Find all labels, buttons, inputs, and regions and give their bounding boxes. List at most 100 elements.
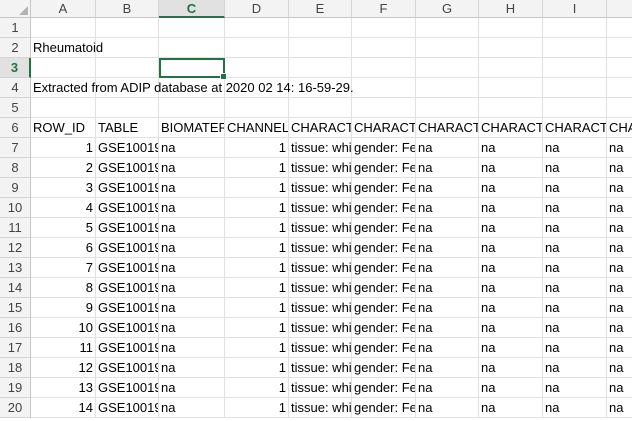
grid-cell[interactable] bbox=[96, 58, 159, 78]
grid-cell[interactable] bbox=[607, 18, 632, 38]
row-id-cell[interactable]: 3 bbox=[31, 178, 96, 198]
header-cell[interactable]: CHARACTERISTICS bbox=[543, 118, 607, 138]
row-id-cell[interactable]: 6 bbox=[31, 238, 96, 258]
grid-cell[interactable] bbox=[607, 78, 632, 98]
characteristics-cell[interactable]: tissue: white blood cells bbox=[289, 238, 352, 258]
characteristics-cell[interactable]: gender: Female bbox=[352, 278, 416, 298]
grid-cell[interactable] bbox=[352, 58, 416, 78]
characteristics-cell[interactable]: gender: Female bbox=[352, 198, 416, 218]
characteristics-cell[interactable]: na bbox=[479, 378, 543, 398]
row-id-cell[interactable]: 14 bbox=[31, 398, 96, 418]
characteristics-cell[interactable]: na bbox=[416, 198, 479, 218]
characteristics-cell[interactable]: gender: Female bbox=[352, 358, 416, 378]
row-header-1[interactable]: 1 bbox=[0, 18, 31, 38]
header-cell[interactable]: CHANNEL_ bbox=[225, 118, 289, 138]
characteristics-cell[interactable]: na bbox=[416, 138, 479, 158]
characteristics-cell[interactable]: na bbox=[543, 278, 607, 298]
table-cell[interactable]: GSE100193 bbox=[96, 178, 159, 198]
biomaterial-cell[interactable]: na bbox=[159, 338, 225, 358]
characteristics-cell[interactable]: tissue: white blood cells bbox=[289, 218, 352, 238]
characteristics-cell[interactable]: gender: Female bbox=[352, 138, 416, 158]
characteristics-cell[interactable]: na bbox=[416, 278, 479, 298]
row-id-cell[interactable]: 10 bbox=[31, 318, 96, 338]
characteristics-cell[interactable]: tissue: white blood cells bbox=[289, 178, 352, 198]
characteristics-cell[interactable]: na bbox=[607, 278, 632, 298]
column-header-f[interactable]: F bbox=[352, 0, 416, 18]
column-header-h[interactable]: H bbox=[479, 0, 543, 18]
characteristics-cell[interactable]: tissue: white blood cells bbox=[289, 358, 352, 378]
row-header-16[interactable]: 16 bbox=[0, 318, 31, 338]
grid-cell[interactable] bbox=[607, 98, 632, 118]
row-header-14[interactable]: 14 bbox=[0, 278, 31, 298]
characteristics-cell[interactable]: na bbox=[607, 138, 632, 158]
characteristics-cell[interactable]: na bbox=[479, 338, 543, 358]
characteristics-cell[interactable]: gender: Female bbox=[352, 158, 416, 178]
grid-cell[interactable] bbox=[31, 58, 96, 78]
header-cell[interactable]: CHA bbox=[607, 118, 632, 138]
biomaterial-cell[interactable]: na bbox=[159, 298, 225, 318]
grid-cell[interactable] bbox=[416, 58, 479, 78]
table-cell[interactable]: GSE100193 bbox=[96, 138, 159, 158]
characteristics-cell[interactable]: tissue: white blood cells bbox=[289, 198, 352, 218]
header-cell[interactable]: BIOMATERIAL bbox=[159, 118, 225, 138]
biomaterial-cell[interactable]: na bbox=[159, 318, 225, 338]
characteristics-cell[interactable]: na bbox=[416, 238, 479, 258]
grid-cell[interactable] bbox=[159, 18, 225, 38]
row-header-10[interactable]: 10 bbox=[0, 198, 31, 218]
characteristics-cell[interactable]: na bbox=[543, 138, 607, 158]
channel-cell[interactable]: 1 bbox=[225, 338, 289, 358]
grid-cell[interactable] bbox=[352, 98, 416, 118]
characteristics-cell[interactable]: na bbox=[543, 398, 607, 418]
biomaterial-cell[interactable]: na bbox=[159, 178, 225, 198]
characteristics-cell[interactable]: na bbox=[607, 378, 632, 398]
grid-cell[interactable] bbox=[479, 18, 543, 38]
grid-cell[interactable] bbox=[31, 18, 96, 38]
channel-cell[interactable]: 1 bbox=[225, 318, 289, 338]
row-header-4[interactable]: 4 bbox=[0, 78, 31, 98]
biomaterial-cell[interactable]: na bbox=[159, 398, 225, 418]
characteristics-cell[interactable]: na bbox=[543, 238, 607, 258]
grid-cell[interactable] bbox=[289, 58, 352, 78]
row-header-5[interactable]: 5 bbox=[0, 98, 31, 118]
characteristics-cell[interactable]: gender: Female bbox=[352, 338, 416, 358]
characteristics-cell[interactable]: na bbox=[543, 378, 607, 398]
table-cell[interactable]: GSE100193 bbox=[96, 258, 159, 278]
table-cell[interactable]: GSE100193 bbox=[96, 298, 159, 318]
table-cell[interactable]: GSE100193 bbox=[96, 238, 159, 258]
characteristics-cell[interactable]: na bbox=[416, 218, 479, 238]
channel-cell[interactable]: 1 bbox=[225, 198, 289, 218]
row-id-cell[interactable]: 7 bbox=[31, 258, 96, 278]
row-header-17[interactable]: 17 bbox=[0, 338, 31, 358]
row-id-cell[interactable]: 9 bbox=[31, 298, 96, 318]
grid-cell[interactable] bbox=[225, 98, 289, 118]
row-header-20[interactable]: 20 bbox=[0, 398, 31, 418]
select-all-corner[interactable] bbox=[0, 0, 31, 18]
active-cell-selection[interactable] bbox=[159, 58, 227, 80]
grid-cell[interactable] bbox=[96, 18, 159, 38]
characteristics-cell[interactable]: tissue: white blood cells bbox=[289, 318, 352, 338]
characteristics-cell[interactable]: na bbox=[543, 218, 607, 238]
row-id-cell[interactable]: 2 bbox=[31, 158, 96, 178]
biomaterial-cell[interactable]: na bbox=[159, 358, 225, 378]
characteristics-cell[interactable]: na bbox=[479, 218, 543, 238]
characteristics-cell[interactable]: na bbox=[607, 398, 632, 418]
characteristics-cell[interactable]: na bbox=[416, 158, 479, 178]
characteristics-cell[interactable]: tissue: white blood cells bbox=[289, 298, 352, 318]
grid-cell[interactable] bbox=[416, 98, 479, 118]
characteristics-cell[interactable]: na bbox=[479, 178, 543, 198]
characteristics-cell[interactable]: na bbox=[607, 258, 632, 278]
characteristics-cell[interactable]: na bbox=[479, 258, 543, 278]
spreadsheet-grid[interactable]: A B C D E F G H I 1 2 Rheumatoid 3 4 Extracted from AD… bbox=[0, 0, 632, 421]
row-id-cell[interactable]: 8 bbox=[31, 278, 96, 298]
characteristics-cell[interactable]: na bbox=[607, 198, 632, 218]
channel-cell[interactable]: 1 bbox=[225, 278, 289, 298]
row-header-11[interactable]: 11 bbox=[0, 218, 31, 238]
characteristics-cell[interactable]: gender: Female bbox=[352, 218, 416, 238]
characteristics-cell[interactable]: na bbox=[479, 278, 543, 298]
characteristics-cell[interactable]: na bbox=[416, 398, 479, 418]
grid-cell[interactable] bbox=[225, 58, 289, 78]
header-cell[interactable]: CHARACTERISTICS bbox=[352, 118, 416, 138]
biomaterial-cell[interactable]: na bbox=[159, 378, 225, 398]
channel-cell[interactable]: 1 bbox=[225, 258, 289, 278]
grid-cell[interactable] bbox=[543, 98, 607, 118]
